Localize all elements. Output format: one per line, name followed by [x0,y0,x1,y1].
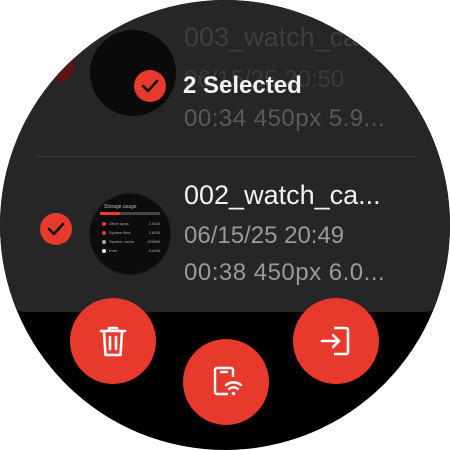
delete-button[interactable] [70,298,156,384]
selected-count-label: 2 Selected [183,72,302,99]
selection-header[interactable]: 2 Selected [134,70,302,102]
export-icon [320,326,350,356]
check-icon [134,70,166,102]
watch-screen: 003_watch_ca... 06/15/25 20:50 00:34 450… [0,0,450,450]
thumbnail-line: Free 4.4GB [102,247,160,254]
divider [36,156,414,157]
ghost-row-file-name: 003_watch_ca... [184,22,381,52]
send-to-phone-button[interactable] [183,339,269,425]
phone-wifi-icon [213,366,243,396]
trash-icon [99,326,127,357]
thumbnail-line: Other apps 2.5GB [102,220,160,227]
file-name[interactable]: 002_watch_ca... [184,180,381,211]
file-meta: 00:38 450px 6.0... [184,259,386,286]
file-date: 06/15/25 20:49 [184,222,345,249]
ghost-row-meta: 00:34 450px 5.9... [184,105,386,132]
ghost-row-checkbox[interactable] [44,52,74,82]
thumbnail-progress-bar [100,212,160,215]
check-icon [40,213,72,245]
thumbnail-line: System files 1.8GB [102,229,160,236]
thumbnail-line: System cache 400MB [102,238,160,245]
row-checkbox[interactable] [40,213,72,245]
file-thumbnail[interactable]: Storage usage Other apps 2.5GB System fi… [89,193,171,275]
export-button[interactable] [293,298,379,384]
thumbnail-title: Storage usage [104,204,137,210]
